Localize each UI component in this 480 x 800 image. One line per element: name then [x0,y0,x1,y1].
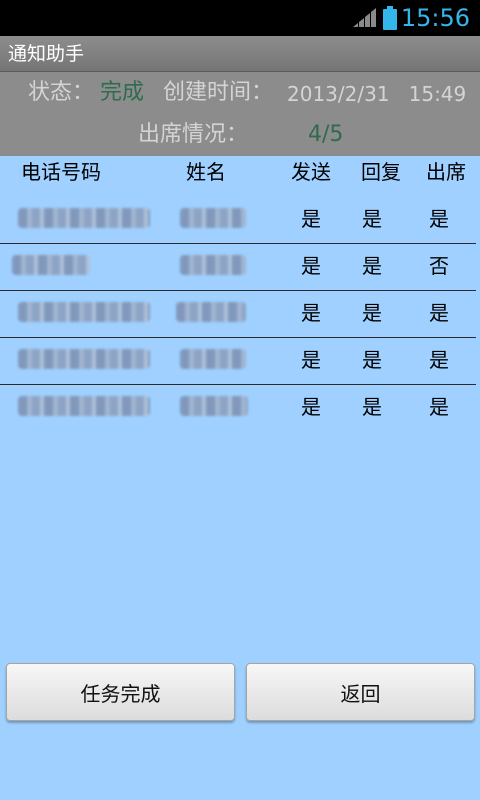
contact-name-redacted [180,396,248,416]
contact-name-redacted [176,302,246,322]
column-header-reply: 回复 [361,160,401,184]
phone-number-redacted [18,208,150,228]
task-complete-button[interactable]: 任务完成 [6,663,235,721]
send-status: 是 [301,395,321,419]
table-row[interactable]: 是 是 是 [0,337,480,384]
attend-status: 是 [429,207,449,231]
table-row[interactable]: 是 是 是 [0,290,480,337]
phone-number-redacted [18,349,150,369]
column-header-name: 姓名 [186,160,226,184]
title-bar: 通知助手 [0,36,480,72]
created-time-label: 创建时间： [163,80,274,105]
phone-number-redacted [12,255,90,275]
reply-status: 是 [362,207,382,231]
send-status: 是 [301,254,321,278]
reply-status: 是 [362,348,382,372]
send-status: 是 [301,207,321,231]
reply-status: 是 [362,395,382,419]
attend-status: 是 [429,301,449,325]
table-row[interactable]: 是 是 是 [0,196,480,243]
attendance-label: 出席情况： [138,122,249,147]
contact-name-redacted [180,255,246,275]
attend-status: 是 [429,395,449,419]
reply-status: 是 [362,301,382,325]
back-button[interactable]: 返回 [246,663,475,721]
attend-status: 是 [429,348,449,372]
send-status: 是 [301,348,321,372]
status-label: 状态： [28,80,95,105]
created-time-value: 2013/2/31 15:49 [287,82,467,106]
phone-number-redacted [18,396,150,416]
column-header-phone: 电话号码 [21,160,101,184]
status-value: 完成 [100,80,145,105]
column-header-attend: 出席 [426,160,466,184]
reply-status: 是 [362,254,382,278]
table-row[interactable]: 是 是 是 [0,384,480,431]
attend-status: 否 [429,254,449,278]
status-bar: 15:56 [0,0,480,36]
status-clock: 15:56 [400,4,470,32]
phone-number-redacted [18,302,150,322]
attendance-value: 4/5 [308,122,344,147]
column-header-send: 发送 [291,160,331,184]
summary-panel: 状态： 完成 创建时间： 2013/2/31 15:49 出席情况： 4/5 [0,72,480,156]
contact-name-redacted [180,208,246,228]
battery-icon [383,6,397,30]
contact-name-redacted [180,349,246,369]
signal-icon [353,8,376,27]
app-title: 通知助手 [8,43,85,65]
send-status: 是 [301,301,321,325]
table-row[interactable]: 是 是 否 [0,243,480,290]
